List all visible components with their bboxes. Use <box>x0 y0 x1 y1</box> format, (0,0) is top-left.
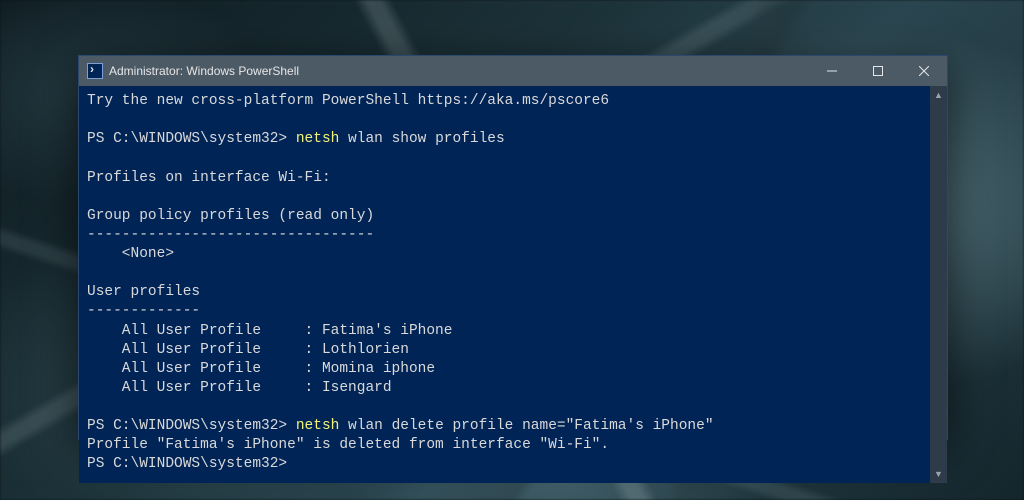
banner-line: Try the new cross-platform PowerShell ht… <box>87 93 609 109</box>
up-separator: ------------- <box>87 303 200 319</box>
scroll-up-arrow-icon[interactable]: ▲ <box>930 86 947 103</box>
cmd2-rest: wlan delete profile name="Fatima's iPhon… <box>339 418 713 434</box>
client-area: Try the new cross-platform PowerShell ht… <box>79 86 947 483</box>
powershell-window: Administrator: Windows PowerShell Try th… <box>78 55 948 440</box>
cmd1-keyword: netsh <box>296 131 340 147</box>
prompt-3: PS C:\WINDOWS\system32> <box>87 456 287 472</box>
delete-result: Profile "Fatima's iPhone" is deleted fro… <box>87 437 609 453</box>
gp-none: <None> <box>87 246 174 262</box>
interface-header: Profiles on interface Wi-Fi: <box>87 170 331 186</box>
maximize-icon <box>873 66 883 76</box>
window-title: Administrator: Windows PowerShell <box>109 64 299 78</box>
profile-row: All User Profile : Lothlorien <box>87 342 409 358</box>
terminal-output[interactable]: Try the new cross-platform PowerShell ht… <box>79 86 930 483</box>
vertical-scrollbar[interactable]: ▲ ▼ <box>930 86 947 483</box>
cmd1-rest: wlan show profiles <box>339 131 504 147</box>
profile-row: All User Profile : Momina iphone <box>87 361 435 377</box>
maximize-button[interactable] <box>855 56 901 86</box>
profile-row: All User Profile : Fatima's iPhone <box>87 323 452 339</box>
gp-header: Group policy profiles (read only) <box>87 208 374 224</box>
profile-row: All User Profile : Isengard <box>87 380 392 396</box>
titlebar[interactable]: Administrator: Windows PowerShell <box>79 56 947 86</box>
gp-separator: --------------------------------- <box>87 227 374 243</box>
scroll-down-arrow-icon[interactable]: ▼ <box>930 466 947 483</box>
close-button[interactable] <box>901 56 947 86</box>
up-header: User profiles <box>87 284 200 300</box>
cmd2-keyword: netsh <box>296 418 340 434</box>
minimize-icon <box>827 66 837 76</box>
powershell-icon <box>87 63 103 79</box>
prompt-2: PS C:\WINDOWS\system32> <box>87 418 296 434</box>
close-icon <box>919 66 929 76</box>
minimize-button[interactable] <box>809 56 855 86</box>
prompt-1: PS C:\WINDOWS\system32> <box>87 131 296 147</box>
